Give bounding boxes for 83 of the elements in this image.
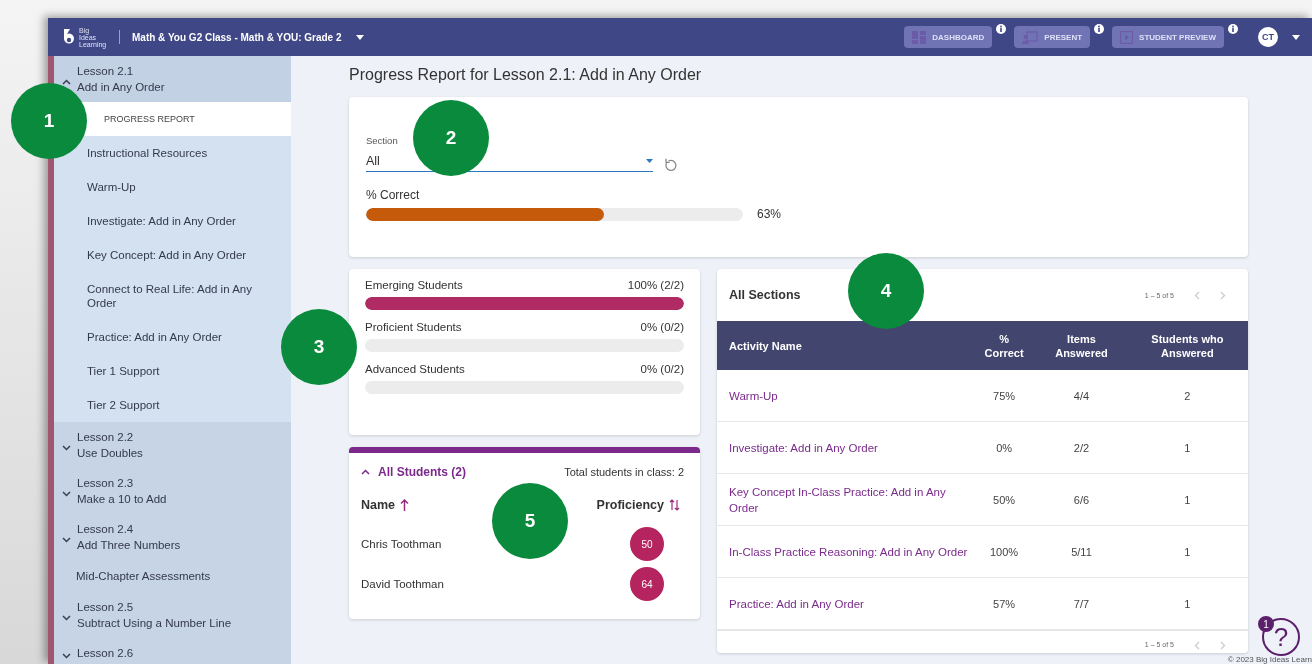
lesson-item[interactable]: Lesson 2.2 Use Doubles [54,422,291,468]
sidebar-item[interactable]: Connect to Real Life: Add in Any Order [87,272,267,320]
chevron-down-icon[interactable] [62,537,71,543]
sidebar-item[interactable]: Tier 1 Support [87,354,160,388]
table-cell: 100% [972,525,1037,578]
sidebar-item[interactable]: Tier 2 Support [87,388,160,422]
proficiency-value: 0% (0/2) [640,321,684,333]
lesson-item[interactable]: Lesson 2.3 Make a 10 to Add [54,468,291,514]
lesson-item[interactable]: Lesson 2.6 [54,638,291,664]
field-label: Section [366,135,398,146]
score-badge: 50 [630,527,664,561]
sidebar-item[interactable]: Mid-Chapter Assessments [54,560,291,592]
sidebar-item[interactable]: Warm-Up [87,170,136,204]
dashboard-icon [912,30,927,44]
proficiency-value: 100% (2/2) [627,279,684,291]
sort-up-icon[interactable] [400,499,410,511]
reset-icon[interactable] [663,158,677,172]
page-title: Progress Report for Lesson 2.1: Add in Any Order [349,66,703,84]
table-cell: 5/11 [1036,525,1127,578]
students-total: Total students in class: 2 [564,466,684,478]
info-icon[interactable] [1228,24,1238,34]
activity-link[interactable]: Practice: Add in Any Order [729,595,971,612]
table-cell: 2 [1126,370,1248,422]
table-cell: 50% [972,473,1037,526]
chevron-down-icon[interactable] [62,445,71,451]
sidebar-item[interactable]: Practice: Add in Any Order [87,320,222,354]
lesson-item[interactable]: Lesson 2.1 Add in Any Order [54,56,291,102]
activity-link[interactable]: Investigate: Add in Any Order [729,439,971,456]
play-icon [1120,30,1134,44]
table-cell: 75% [972,370,1037,422]
column-header: Items Answered [1036,321,1127,370]
proficiency-value: 0% (0/2) [640,363,684,375]
sidebar-item[interactable]: Instructional Resources [87,136,208,170]
logo-icon [62,28,76,46]
activity-link[interactable]: In-Class Practice Reasoning: Add in Any Order [729,543,971,560]
column-header[interactable]: Proficiency [596,498,680,512]
activity-link[interactable]: Key Concept In-Class Practice: Add in Any Order [729,483,971,516]
notification-badge: 1 [1258,616,1274,632]
table-cell: 1 [1126,525,1248,578]
caret-icon[interactable] [646,159,653,163]
table-cell: 1 [1126,473,1248,526]
lesson-item[interactable]: Lesson 2.4 Add Three Numbers [54,514,291,560]
column-header: Activity Name [717,321,972,370]
progress-label: % Correct [366,188,420,202]
proficiency-label: Emerging Students [365,279,463,291]
lesson-item[interactable]: Lesson 2.5 Subtract Using a Number Line [54,592,291,638]
info-icon[interactable] [996,24,1007,34]
caret-icon[interactable] [1292,34,1300,40]
class-title: Math & You G2 Class - Math & YOU: Grade 2 [132,31,342,43]
student-name: Chris Toothman [361,538,442,550]
table-cell: 6/6 [1036,473,1127,526]
progress-value: 63% [757,207,782,221]
chevron-down-icon[interactable] [62,491,71,497]
proficiency-label: Advanced Students [365,363,465,375]
students-toggle[interactable]: All Students (2) [361,461,466,483]
chevron-down-icon[interactable] [62,615,71,621]
activity-link[interactable]: Warm-Up [729,387,971,404]
student-name: David Toothman [361,578,444,590]
sidebar-item[interactable]: Investigate: Add in Any Order [87,204,236,238]
chevron-up-icon[interactable] [62,79,71,85]
card-title: All Sections [729,288,801,302]
sort-icon[interactable] [669,499,680,511]
table-cell: 7/7 [1036,577,1127,630]
sidebar-item[interactable]: Key Concept: Add in Any Order [87,238,247,272]
column-header[interactable]: Name [361,498,410,512]
presenter-icon [1022,30,1039,44]
table-cell: 4/4 [1036,370,1127,422]
table-cell: 1 [1126,421,1248,474]
table-cell: 2/2 [1036,421,1127,474]
table-cell: 1 [1126,577,1248,630]
table-cell: 0% [972,421,1037,474]
info-icon[interactable] [1094,24,1105,34]
proficiency-label: Proficient Students [365,321,462,333]
column-header: % Correct [972,321,1037,370]
copyright-text: © 2023 Big Ideas Learn [1227,655,1312,664]
user-avatar[interactable]: CT [1258,27,1278,47]
caret-icon[interactable] [355,34,364,40]
dropdown-value: All [366,154,380,168]
score-badge: 64 [630,567,664,601]
chevron-down-icon[interactable] [62,653,71,659]
table-cell: 57% [972,577,1037,630]
chevron-up-icon[interactable] [361,469,370,475]
column-header: Students who Answered [1126,321,1248,370]
